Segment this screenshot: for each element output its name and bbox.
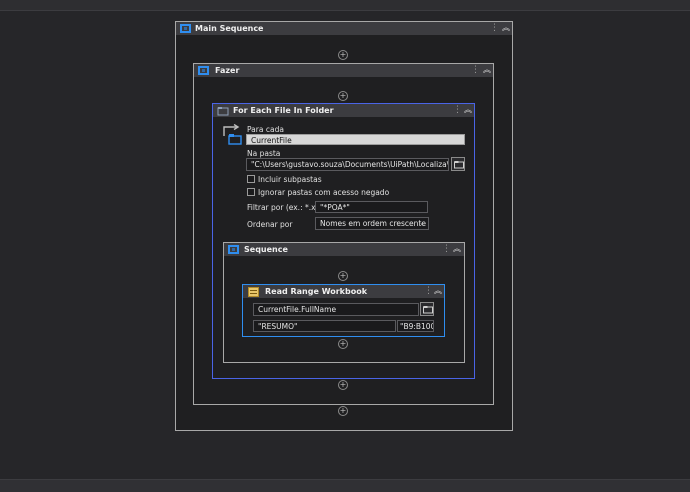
ordenar-por-label: Ordenar por (247, 220, 293, 229)
ordenar-por-dropdown[interactable]: Nomes em ordem crescente ⌄ (315, 217, 429, 230)
add-activity-icon[interactable]: + (338, 50, 348, 60)
sequence-header[interactable]: Sequence ⋮ ︽ (224, 243, 464, 256)
collapse-chevrons-icon[interactable]: ︽ (482, 64, 492, 76)
for-each-folder-icon (217, 106, 229, 115)
add-activity-icon[interactable]: + (338, 271, 348, 281)
ignorar-pastas-checkbox[interactable] (247, 188, 255, 196)
collapse-chevrons-icon[interactable]: ︽ (463, 104, 473, 116)
main-sequence-header[interactable]: Main Sequence ⋮ ︽ (176, 22, 512, 35)
fazer-title: Fazer (215, 66, 240, 75)
para-cada-field[interactable]: CurrentFile (246, 134, 465, 145)
sequence-brackets-icon (228, 245, 239, 254)
folder-icon (454, 161, 464, 169)
ordenar-por-value: Nomes em ordem crescente (320, 219, 426, 228)
na-pasta-field[interactable]: "C:\Users\gustavo.souza\Documents\UiPath… (246, 158, 449, 171)
add-activity-icon[interactable]: + (338, 91, 348, 101)
fazer-header[interactable]: Fazer ⋮ ︽ (194, 64, 493, 77)
excel-icon (248, 286, 259, 297)
kebab-menu-icon[interactable]: ⋮ (442, 243, 451, 255)
top-toolbar-edge (0, 0, 690, 11)
browse-file-button[interactable] (420, 302, 434, 316)
sequence-brackets-icon (198, 66, 209, 75)
para-cada-label: Para cada (247, 125, 284, 134)
folder-icon (423, 306, 433, 314)
for-each-folder-icon (223, 124, 242, 145)
filtrar-por-field[interactable]: "*POA*" (315, 201, 428, 213)
add-activity-icon[interactable]: + (338, 339, 348, 349)
range-field[interactable]: "B9:B100 (397, 320, 434, 332)
read-range-title: Read Range Workbook (265, 287, 368, 296)
workbook-path-field[interactable]: CurrentFile.FullName (253, 303, 419, 316)
incluir-subpastas-checkbox[interactable] (247, 175, 255, 183)
ignorar-pastas-label: Ignorar pastas com acesso negado (258, 188, 390, 197)
kebab-menu-icon[interactable]: ⋮ (453, 104, 462, 116)
add-activity-icon[interactable]: + (338, 406, 348, 416)
collapse-chevrons-icon[interactable]: ︽ (433, 285, 443, 297)
incluir-subpastas-label: Incluir subpastas (258, 175, 322, 184)
kebab-menu-icon[interactable]: ⋮ (490, 22, 499, 34)
main-sequence-title: Main Sequence (195, 24, 264, 33)
sequence-brackets-icon (180, 24, 191, 33)
bottom-status-bar (0, 479, 690, 492)
na-pasta-label: Na pasta (247, 149, 281, 158)
collapse-chevrons-icon[interactable]: ︽ (452, 243, 462, 255)
read-range-header[interactable]: Read Range Workbook ⋮ ︽ (243, 285, 444, 298)
for-each-title: For Each File In Folder (233, 106, 334, 115)
chevron-down-icon: ⌄ (419, 219, 425, 227)
collapse-chevrons-icon[interactable]: ︽ (501, 22, 511, 34)
add-activity-icon[interactable]: + (338, 380, 348, 390)
sequence-title: Sequence (244, 245, 288, 254)
browse-folder-button[interactable] (451, 157, 465, 171)
sheet-name-field[interactable]: "RESUMO" (253, 320, 396, 332)
for-each-header[interactable]: For Each File In Folder ⋮ ︽ (213, 104, 474, 117)
kebab-menu-icon[interactable]: ⋮ (471, 64, 480, 76)
kebab-menu-icon[interactable]: ⋮ (424, 285, 433, 297)
